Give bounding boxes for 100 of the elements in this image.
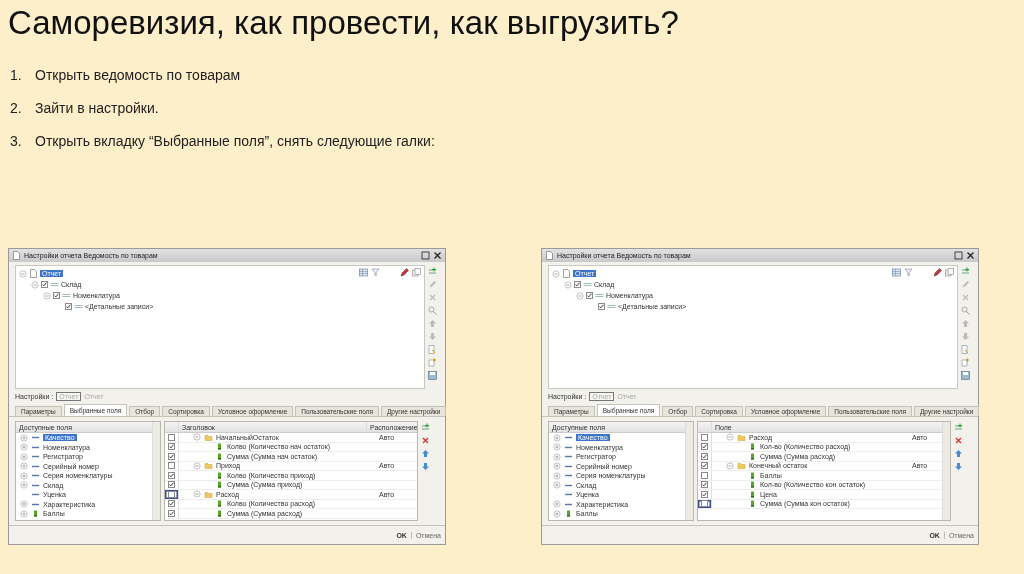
checkbox[interactable]: [701, 490, 708, 498]
arrow-down-icon[interactable]: [421, 462, 430, 471]
expand-icon[interactable]: [553, 481, 561, 490]
checkbox[interactable]: [586, 292, 593, 299]
save-icon[interactable]: [961, 371, 970, 380]
leaf-icon: [31, 509, 40, 519]
expand-icon[interactable]: [553, 443, 561, 452]
leaf-icon: [748, 489, 757, 499]
filter-icon[interactable]: [371, 268, 380, 277]
expand-icon[interactable]: [20, 443, 28, 452]
close-icon[interactable]: [966, 251, 975, 260]
checkbox[interactable]: [598, 303, 605, 310]
arrow-up-icon[interactable]: [428, 319, 437, 328]
expand-icon[interactable]: [20, 500, 28, 509]
collapse-icon[interactable]: [726, 433, 734, 442]
expand-icon[interactable]: [553, 452, 561, 461]
collapse-icon[interactable]: [193, 461, 201, 470]
checkbox[interactable]: [701, 500, 708, 508]
scrollbar[interactable]: [152, 422, 160, 520]
arrow-up-icon[interactable]: [961, 319, 970, 328]
scrollbar[interactable]: [685, 422, 693, 520]
maximize-icon[interactable]: [421, 251, 430, 260]
leaf-icon: [215, 508, 224, 518]
arrow-down-icon[interactable]: [954, 462, 963, 471]
checkbox[interactable]: [168, 471, 175, 479]
leaf-icon: [215, 442, 224, 452]
search-icon[interactable]: [961, 306, 970, 315]
expand-icon[interactable]: [20, 462, 28, 471]
checkbox[interactable]: [574, 281, 581, 288]
folder-icon: [737, 461, 746, 471]
expand-icon[interactable]: [553, 471, 561, 480]
checkbox[interactable]: [701, 471, 708, 479]
arrow-up-icon[interactable]: [421, 449, 430, 458]
checkbox[interactable]: [168, 509, 175, 517]
copy-icon[interactable]: [945, 268, 954, 277]
expand-icon[interactable]: [20, 433, 28, 442]
checkbox[interactable]: [65, 303, 72, 310]
expand-icon[interactable]: [20, 471, 28, 480]
checkbox[interactable]: [53, 292, 60, 299]
leaf-icon: [748, 480, 757, 490]
checkbox[interactable]: [168, 490, 175, 498]
folder-icon: [204, 461, 213, 471]
save-icon[interactable]: [428, 371, 437, 380]
expand-icon[interactable]: [553, 500, 561, 509]
expand-icon[interactable]: [20, 452, 28, 461]
pencil-icon[interactable]: [933, 268, 942, 277]
lines-icon: [583, 280, 592, 289]
checkbox[interactable]: [41, 281, 48, 288]
search-icon[interactable]: [428, 306, 437, 315]
collapse-icon[interactable]: [193, 490, 201, 499]
delete-icon[interactable]: [421, 436, 430, 445]
scrollbar[interactable]: [942, 422, 950, 520]
leaf-icon: [748, 499, 757, 509]
add-icon[interactable]: [961, 267, 970, 276]
checkbox[interactable]: [701, 481, 708, 489]
expand-icon[interactable]: [553, 462, 561, 471]
collapse-icon[interactable]: [552, 269, 560, 278]
leaf-icon: [215, 499, 224, 509]
arrow-down-icon[interactable]: [961, 332, 970, 341]
add-icon[interactable]: [428, 267, 437, 276]
step-text: Зайти в настройки.: [35, 100, 159, 116]
checkbox[interactable]: [701, 433, 708, 441]
lines-icon: [62, 291, 71, 300]
close-icon[interactable]: [433, 251, 442, 260]
expand-icon[interactable]: [20, 509, 28, 518]
table-icon[interactable]: [359, 268, 368, 277]
delete-icon[interactable]: [428, 293, 437, 302]
collapse-icon[interactable]: [19, 269, 27, 278]
pencil-icon[interactable]: [400, 268, 409, 277]
checkbox[interactable]: [168, 433, 175, 441]
expand-icon[interactable]: [553, 509, 561, 518]
lines-icon: [607, 302, 616, 311]
checkbox[interactable]: [701, 462, 708, 470]
checkbox[interactable]: [168, 452, 175, 460]
collapse-icon[interactable]: [193, 433, 201, 442]
expand-icon[interactable]: [20, 481, 28, 490]
leaf-icon: [748, 442, 757, 452]
arrow-up-icon[interactable]: [954, 449, 963, 458]
checkbox[interactable]: [168, 443, 175, 451]
arrow-down-icon[interactable]: [428, 332, 437, 341]
maximize-icon[interactable]: [954, 251, 963, 260]
folder-icon: [204, 432, 213, 442]
checkbox[interactable]: [168, 462, 175, 470]
copy-icon[interactable]: [412, 268, 421, 277]
folder-icon: [737, 432, 746, 442]
filter-icon[interactable]: [904, 268, 913, 277]
collapse-icon[interactable]: [726, 461, 734, 470]
add-icon[interactable]: [954, 423, 963, 432]
checkbox[interactable]: [168, 500, 175, 508]
leaf-icon: [748, 451, 757, 461]
folder-icon: [204, 489, 213, 499]
checkbox[interactable]: [168, 481, 175, 489]
lines-icon: [74, 302, 83, 311]
table-icon[interactable]: [892, 268, 901, 277]
checkbox[interactable]: [701, 452, 708, 460]
delete-icon[interactable]: [954, 436, 963, 445]
add-icon[interactable]: [421, 423, 430, 432]
delete-icon[interactable]: [961, 293, 970, 302]
checkbox[interactable]: [701, 443, 708, 451]
expand-icon[interactable]: [553, 433, 561, 442]
